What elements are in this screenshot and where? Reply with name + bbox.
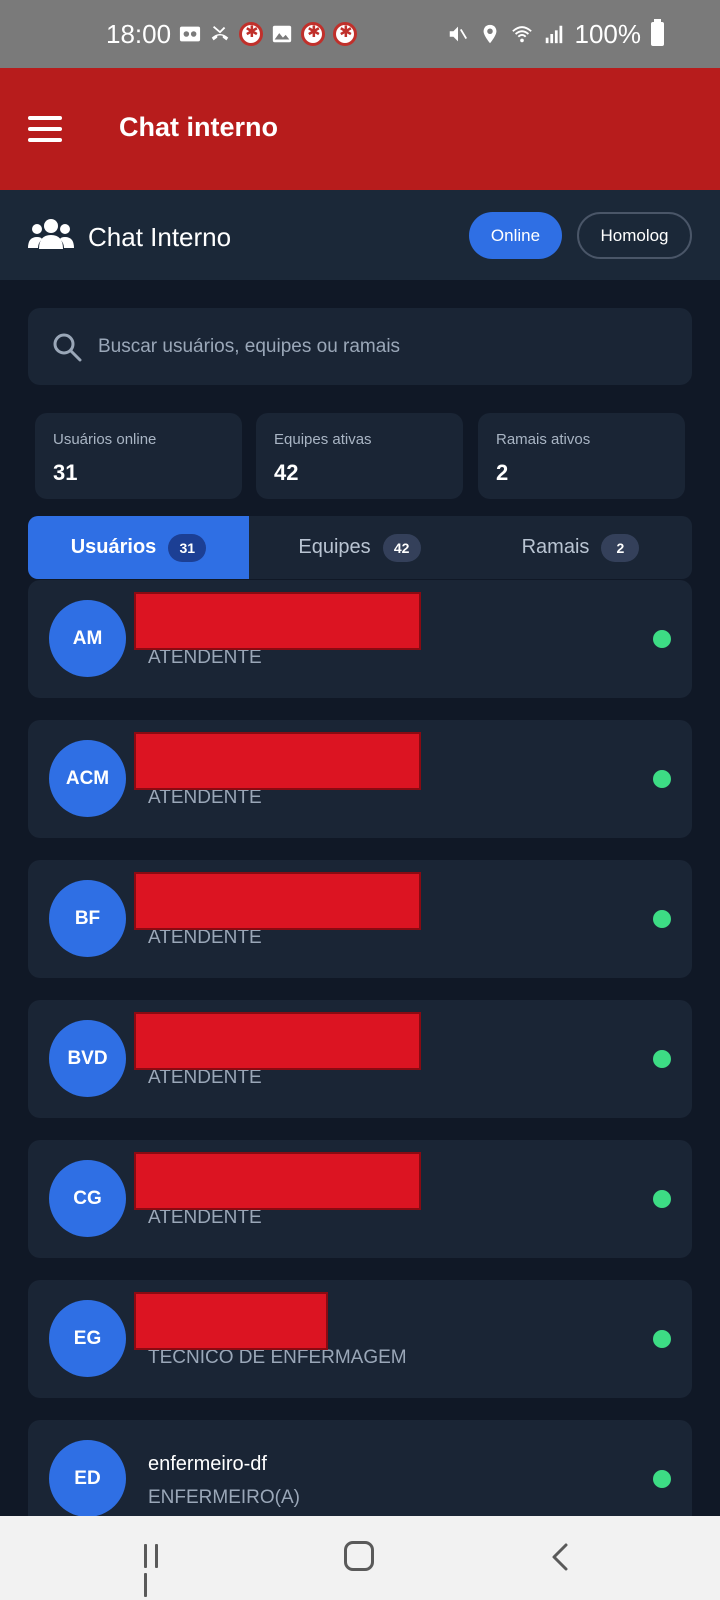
battery-level: 100% (574, 18, 642, 49)
user-list-item[interactable]: AM ATENDENTE (28, 580, 692, 698)
chat-header: Chat Interno Online Homolog (0, 190, 720, 280)
status-bar: 18:00 ✱ ✱ ✱ 100% (0, 0, 720, 68)
user-list-item[interactable]: ACM ATENDENTE (28, 720, 692, 838)
online-status-dot (653, 770, 671, 788)
tab-extensions[interactable]: Ramais 2 (470, 516, 691, 579)
location-icon (483, 24, 496, 44)
avatar: EG (49, 1300, 126, 1377)
system-nav-bar (0, 1516, 720, 1600)
online-status-button[interactable]: Online (469, 212, 562, 259)
user-name: enfermeiro-df (148, 1453, 267, 1475)
user-list[interactable]: AM ATENDENTE ACM ATENDENTE BF ATENDENTE … (0, 580, 720, 1516)
online-status-dot (653, 630, 671, 648)
avatar: BF (49, 880, 126, 957)
redaction-box (134, 1152, 421, 1210)
user-list-item[interactable]: CG ATENDENTE (28, 1140, 692, 1258)
avatar: CG (49, 1160, 126, 1237)
redaction-box (134, 872, 421, 930)
stat-label: Equipes ativas (274, 431, 372, 448)
user-role: ATENDENTE (148, 927, 262, 948)
user-list-item[interactable]: EG TECNICO DE ENFERMAGEM (28, 1280, 692, 1398)
status-right: 100% (447, 18, 664, 50)
tab-count-badge: 2 (601, 533, 640, 562)
signal-icon (545, 25, 562, 44)
redaction-box (134, 732, 421, 790)
environment-button[interactable]: Homolog (577, 212, 692, 259)
user-role: ENFERMEIRO(A) (148, 1487, 300, 1508)
mute-icon (449, 26, 467, 42)
user-role: ATENDENTE (148, 1207, 262, 1228)
wifi-icon (511, 26, 532, 43)
stat-value: 42 (274, 460, 299, 485)
user-role: ATENDENTE (148, 647, 262, 668)
tab-bar: Usuários 31 Equipes 42 Ramais 2 (28, 516, 692, 579)
app-notification-icon (301, 22, 326, 46)
stat-card-users-online: Usuários online 31 (35, 413, 242, 499)
battery-icon (651, 19, 664, 46)
status-left: 18:00 (106, 18, 358, 50)
tab-label: Equipes (298, 536, 371, 558)
back-icon[interactable] (548, 1542, 572, 1572)
stat-card-active-extensions: Ramais ativos 2 (478, 413, 685, 499)
app-notification-icon (333, 22, 358, 46)
users-group-icon (28, 219, 74, 249)
user-role: TECNICO DE ENFERMAGEM (148, 1347, 407, 1368)
app-title: Chat interno (119, 112, 278, 142)
avatar: ACM (49, 740, 126, 817)
avatar: ED (49, 1440, 126, 1516)
tab-users[interactable]: Usuários 31 (28, 516, 249, 579)
redaction-box (134, 1292, 328, 1350)
tab-label: Ramais (521, 536, 590, 558)
search-box[interactable] (28, 308, 692, 385)
online-status-dot (653, 1470, 671, 1488)
online-status-dot (653, 1050, 671, 1068)
online-status-dot (653, 1190, 671, 1208)
stat-value: 2 (496, 460, 509, 485)
avatar: AM (49, 600, 126, 677)
tab-count-badge: 31 (168, 533, 207, 562)
recents-icon[interactable] (144, 1544, 172, 1597)
app-bar: Chat interno (0, 68, 720, 190)
user-list-item[interactable]: BF ATENDENTE (28, 860, 692, 978)
redaction-box (134, 1012, 421, 1070)
avatar: BVD (49, 1020, 126, 1097)
stat-label: Ramais ativos (496, 431, 591, 448)
hamburger-menu-icon[interactable] (28, 116, 62, 142)
home-icon[interactable] (344, 1541, 374, 1571)
user-role: ATENDENTE (148, 787, 262, 808)
chat-title: Chat Interno (88, 222, 232, 252)
user-role: ATENDENTE (148, 1067, 262, 1088)
missed-call-icon (211, 25, 229, 41)
search-icon (53, 333, 82, 362)
gallery-icon (272, 25, 292, 43)
status-time: 18:00 (106, 18, 172, 49)
voicemail-icon (179, 26, 201, 42)
search-input[interactable] (98, 308, 678, 385)
user-list-item[interactable]: BVD ATENDENTE (28, 1000, 692, 1118)
stat-label: Usuários online (53, 431, 157, 448)
stat-card-active-teams: Equipes ativas 42 (256, 413, 463, 499)
app-notification-icon (239, 22, 264, 46)
tab-label: Usuários (70, 536, 157, 558)
tab-teams[interactable]: Equipes 42 (249, 516, 470, 579)
stat-value: 31 (53, 460, 78, 485)
online-status-dot (653, 1330, 671, 1348)
tab-count-badge: 42 (382, 533, 421, 562)
redaction-box (134, 592, 421, 650)
online-status-dot (653, 910, 671, 928)
user-list-item[interactable]: ED enfermeiro-df ENFERMEIRO(A) (28, 1420, 692, 1516)
